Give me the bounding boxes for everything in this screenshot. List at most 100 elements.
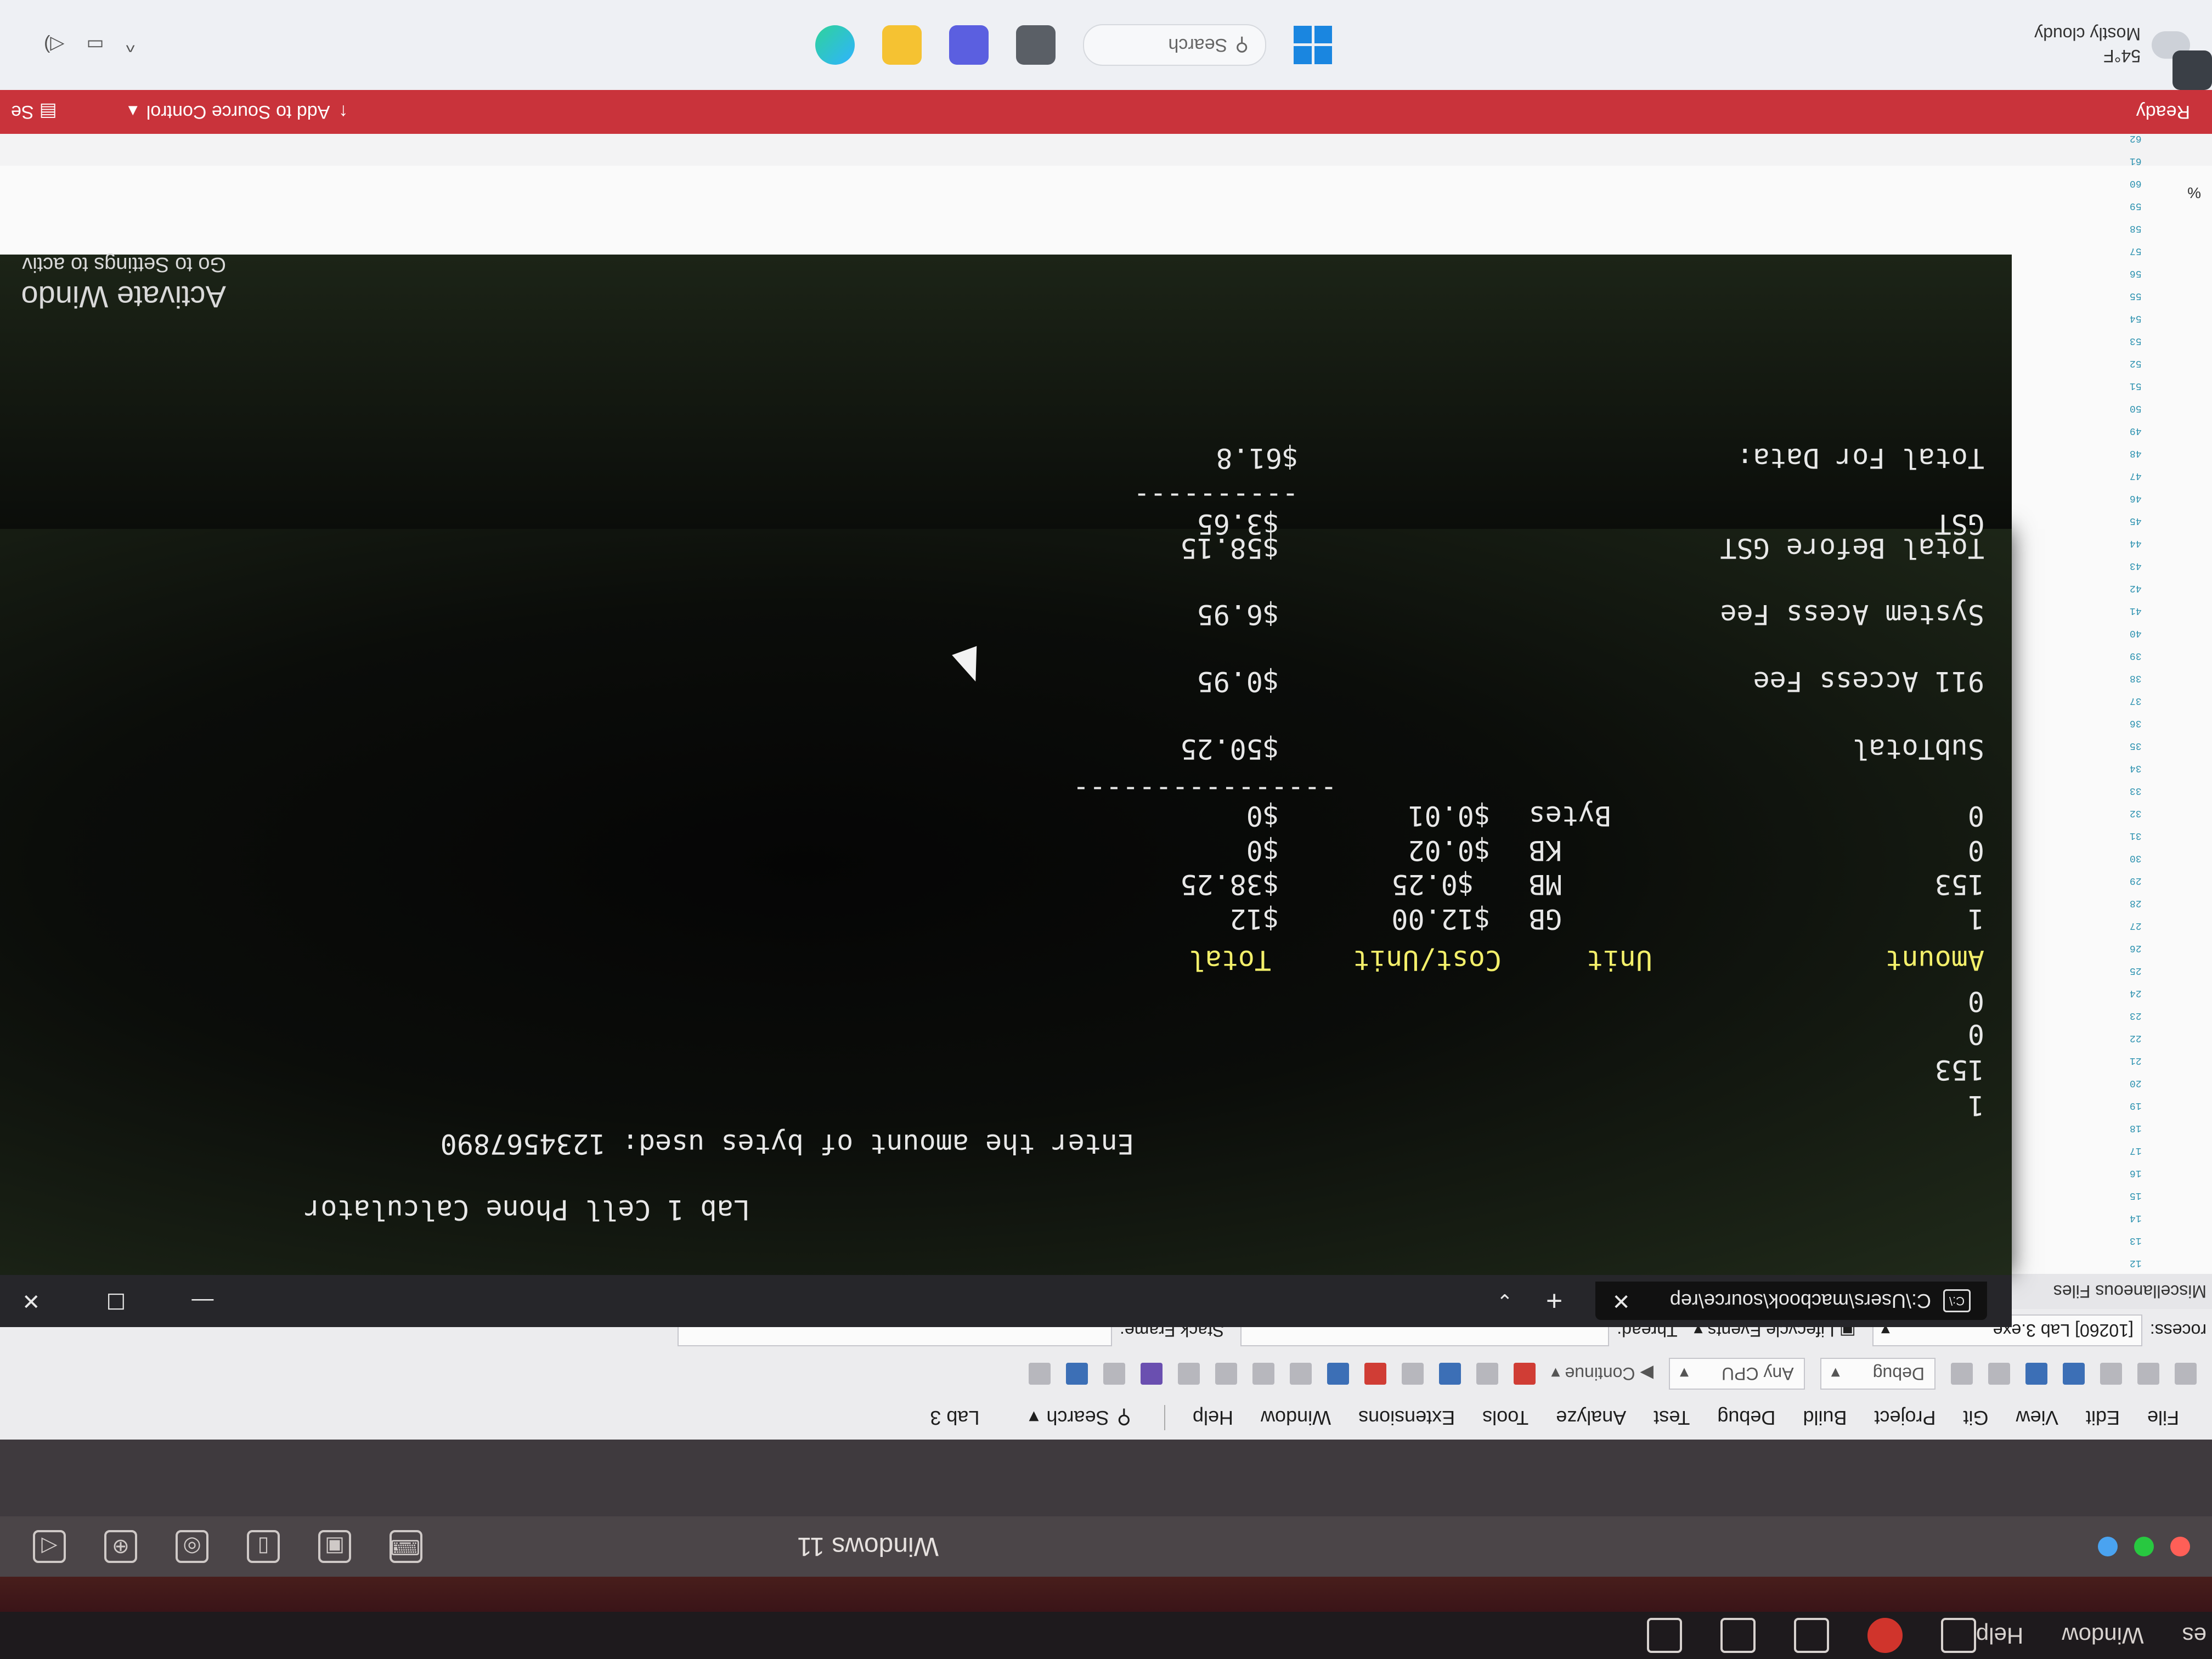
- display-icon[interactable]: ▭: [86, 34, 104, 56]
- bookmark-icon[interactable]: [1066, 1363, 1088, 1385]
- stop-icon[interactable]: [1364, 1363, 1387, 1385]
- summary-value: $6.95: [1197, 599, 1279, 630]
- line-number: 15: [2130, 1190, 2142, 1201]
- bookmark-next-icon[interactable]: [1029, 1363, 1051, 1385]
- terminal-app-icon[interactable]: [2172, 50, 2212, 90]
- network-icon[interactable]: ⊕: [104, 1530, 137, 1563]
- nav-back-icon[interactable]: [2175, 1363, 2197, 1385]
- windows-start-icon[interactable]: [1294, 26, 1333, 64]
- sound-icon[interactable]: ◁: [33, 1530, 66, 1563]
- attach-icon[interactable]: [1476, 1363, 1499, 1385]
- input-prompt: Enter the amount of bytes used: 12345678…: [440, 1128, 1134, 1160]
- zoom-level[interactable]: %: [2187, 184, 2201, 201]
- menu-file[interactable]: File: [2147, 1406, 2179, 1429]
- menu-tools[interactable]: Tools: [1482, 1406, 1528, 1429]
- restart-icon[interactable]: [1327, 1363, 1350, 1385]
- nav-forward-icon[interactable]: [2137, 1363, 2159, 1385]
- menu-git[interactable]: Git: [1963, 1406, 1989, 1429]
- edge-icon[interactable]: [815, 25, 855, 65]
- taskbar-search[interactable]: ⚲ Search: [1083, 24, 1267, 66]
- menu-view[interactable]: View: [2016, 1406, 2058, 1429]
- toggle-comment-icon[interactable]: [1103, 1363, 1126, 1385]
- close-tab-icon[interactable]: ✕: [1612, 1289, 1630, 1314]
- configuration-dropdown[interactable]: Debug ▾: [1820, 1358, 1936, 1390]
- keyboard-icon[interactable]: ⌨: [390, 1530, 422, 1563]
- grand-total-value: $61.8: [1216, 442, 1299, 474]
- mac-menu-window[interactable]: Window: [2062, 1622, 2143, 1649]
- zoom-window-button[interactable]: [2098, 1537, 2118, 1556]
- creative-cloud-icon[interactable]: [1867, 1618, 1903, 1653]
- line-number: 44: [2130, 538, 2142, 549]
- step-over-icon[interactable]: [1215, 1363, 1238, 1385]
- line-number: 24: [2130, 988, 2142, 998]
- settings-icon[interactable]: [1646, 1618, 1682, 1653]
- show-next-statement-icon[interactable]: [1290, 1363, 1312, 1385]
- mac-menu-item[interactable]: es: [2182, 1622, 2207, 1649]
- close-icon[interactable]: ✕: [22, 1289, 41, 1314]
- step-into-icon[interactable]: [1252, 1363, 1275, 1385]
- menu-help[interactable]: Help: [1193, 1406, 1233, 1429]
- line-number: 25: [2130, 965, 2142, 976]
- menu-edit[interactable]: Edit: [2086, 1406, 2120, 1429]
- chevron-up-icon[interactable]: ^: [126, 35, 135, 56]
- add-source-label: Add to Source Control: [146, 101, 330, 123]
- terminal-titlebar: C:\ C:\Users\macbook\source\rep ✕ + ⌄ — …: [0, 1275, 2012, 1327]
- line-number: 36: [2130, 718, 2142, 729]
- close-window-button[interactable]: [2170, 1537, 2190, 1556]
- maximize-icon[interactable]: ☐: [106, 1289, 126, 1314]
- output-line: 1: [1967, 1090, 1984, 1121]
- process-value: [10260] Lab 3.exe: [1993, 1321, 2134, 1341]
- diagnostics-icon[interactable]: [1439, 1363, 1462, 1385]
- undo-icon[interactable]: [1988, 1363, 2010, 1385]
- screen-icon[interactable]: [1940, 1618, 1976, 1653]
- mac-menu-help[interactable]: Help: [1976, 1622, 2023, 1649]
- usb-icon[interactable]: ▯: [247, 1530, 280, 1563]
- file-explorer-icon[interactable]: [882, 25, 922, 65]
- row-unit: Bytes: [1528, 800, 1611, 832]
- menu-test[interactable]: Test: [1654, 1406, 1690, 1429]
- select-repository-button[interactable]: ▤ Se: [11, 101, 57, 123]
- speaker-icon[interactable]: ◁): [44, 34, 64, 56]
- step-out-icon[interactable]: [1178, 1363, 1200, 1385]
- minimize-icon[interactable]: —: [191, 1289, 213, 1314]
- search-button[interactable]: ⚲ Search ▾: [1029, 1406, 1131, 1429]
- menu-analyze[interactable]: Analyze: [1556, 1406, 1626, 1429]
- hot-reload-icon[interactable]: [1514, 1363, 1536, 1385]
- record-icon[interactable]: [1720, 1618, 1756, 1653]
- vm-titlebar: Windows 11 ⌨ ▣ ▯ ◎ ⊕ ◁: [0, 1516, 2212, 1577]
- vm-title: Windows 11: [797, 1532, 939, 1561]
- new-item-icon[interactable]: [2100, 1363, 2122, 1385]
- terminal-window[interactable]: C:\ C:\Users\macbook\source\rep ✕ + ⌄ — …: [0, 529, 2012, 1327]
- line-number: 56: [2130, 268, 2142, 279]
- menu-project[interactable]: Project: [1874, 1406, 1936, 1429]
- search-icon: ⚲: [1116, 1407, 1131, 1429]
- tab-dropdown-button[interactable]: ⌄: [1497, 1290, 1513, 1313]
- menu-debug[interactable]: Debug: [1717, 1406, 1775, 1429]
- chip-icon[interactable]: ▣: [318, 1530, 351, 1563]
- summary-label: GST: [1934, 508, 1984, 540]
- breakpoint-icon[interactable]: [1141, 1363, 1163, 1385]
- vm-toolbar: ⌨ ▣ ▯ ◎ ⊕ ◁: [33, 1530, 422, 1563]
- line-number: 40: [2130, 628, 2142, 639]
- weather-widget[interactable]: 54°F Mostly cloudy: [2034, 23, 2190, 67]
- save-icon[interactable]: [2063, 1363, 2085, 1385]
- task-view-icon[interactable]: [1016, 25, 1056, 65]
- camera-icon[interactable]: ◎: [176, 1530, 208, 1563]
- add-to-source-control-button[interactable]: ↑ Add to Source Control ▴: [128, 101, 348, 123]
- weather-description: Mostly cloudy: [2034, 24, 2141, 44]
- menu-extensions[interactable]: Extensions: [1358, 1406, 1455, 1429]
- mac-status-icons: [1646, 1618, 1976, 1653]
- platform-dropdown[interactable]: Any CPU ▾: [1668, 1358, 1805, 1390]
- activity-icon[interactable]: [1793, 1618, 1829, 1653]
- chat-icon[interactable]: [949, 25, 989, 65]
- menu-window[interactable]: Window: [1261, 1406, 1331, 1429]
- miscellaneous-files-dropdown[interactable]: Miscellaneous Files: [2053, 1282, 2207, 1302]
- terminal-tab[interactable]: C:\ C:\Users\macbook\source\rep ✕: [1595, 1282, 1987, 1321]
- minimize-window-button[interactable]: [2134, 1537, 2154, 1556]
- new-tab-button[interactable]: +: [1546, 1285, 1562, 1318]
- pause-icon[interactable]: [1402, 1363, 1424, 1385]
- continue-button[interactable]: ▶ Continue ▾: [1551, 1363, 1654, 1384]
- menu-build[interactable]: Build: [1803, 1406, 1847, 1429]
- save-all-icon[interactable]: [2025, 1363, 2047, 1385]
- redo-icon[interactable]: [1951, 1363, 1973, 1385]
